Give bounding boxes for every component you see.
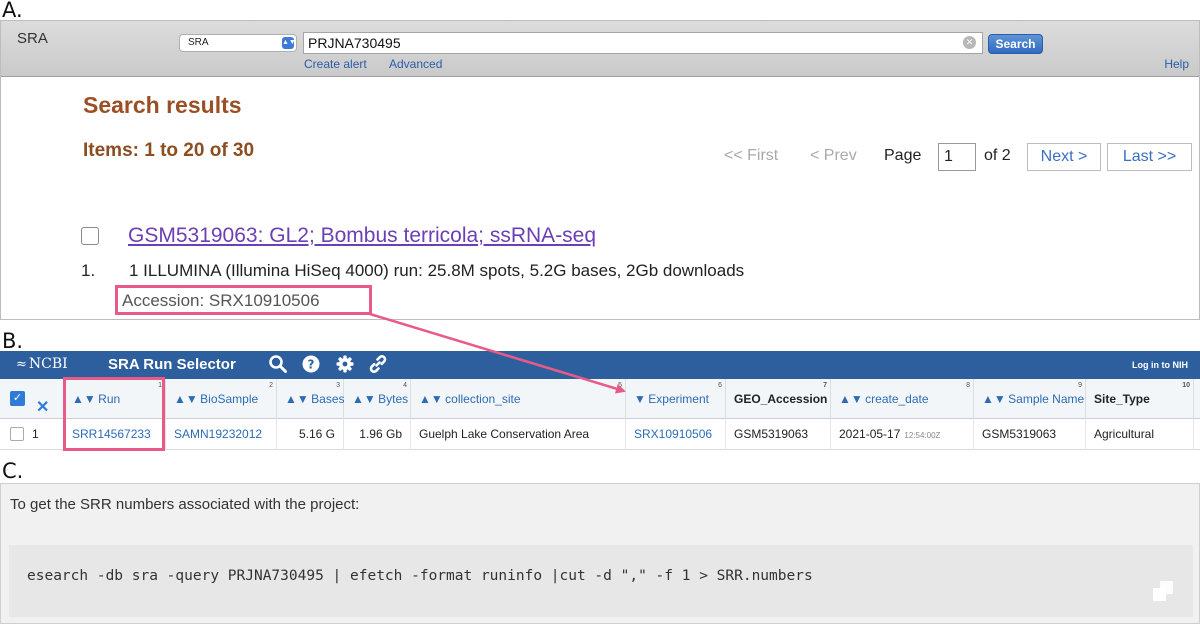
column-header-sample-name[interactable]: ▲▼ Sample Name 9 (974, 379, 1086, 419)
help-link[interactable]: Help (1164, 57, 1189, 71)
dna-helix-icon: ≈ (16, 357, 27, 372)
database-select-value: SRA (188, 37, 209, 48)
link-icon[interactable] (368, 354, 388, 374)
code-text[interactable]: esearch -db sra -query PRJNA730495 | efe… (27, 568, 813, 584)
sra-run-selector-panel: ≈ NCBI SRA Run Selector ? Log in to NIH … (0, 351, 1200, 450)
column-header-biosample[interactable]: ▲▼ BioSample 2 (166, 379, 277, 419)
prev-page-link[interactable]: < Prev (810, 143, 857, 169)
cell-bytes: 1.96 Gb (344, 419, 411, 450)
create-date-value: 2021-05-17 (839, 427, 901, 441)
page-label: Page (884, 147, 922, 164)
page-count: of 2 (984, 147, 1011, 164)
row-checkbox[interactable] (10, 427, 24, 441)
column-header-bytes[interactable]: ▲▼ Bytes 4 (344, 379, 411, 419)
cell-collection-site: Guelph Lake Conservation Area (411, 419, 626, 450)
result-number: 1. (81, 261, 96, 280)
create-alert-link[interactable]: Create alert (304, 57, 367, 71)
result-title-link[interactable]: GSM5319063: GL2; Bombus terricola; ssRNA… (128, 224, 596, 248)
row-select: 1 (0, 419, 64, 450)
column-header-experiment[interactable]: ▼ Experiment 6 (626, 379, 726, 419)
code-block: esearch -db sra -query PRJNA730495 | efe… (9, 545, 1193, 617)
command-intro: To get the SRR numbers associated with t… (10, 496, 360, 513)
sra-logo[interactable]: SRA (17, 30, 48, 47)
clear-icon[interactable]: ✕ (963, 36, 976, 49)
run-highlight (63, 377, 165, 451)
result-checkbox[interactable] (81, 227, 99, 245)
command-panel: To get the SRR numbers associated with t… (0, 483, 1200, 624)
table-header: ✓ ✕ ▲▼ Run 1 ▲▼ BioSample 2 ▲▼ Bases 3 ▲▼ B… (0, 379, 1200, 419)
accession-text: Accession: SRX10910506 (122, 291, 320, 310)
select-controls: ✓ ✕ (0, 379, 64, 419)
last-page-button[interactable]: Last >> (1107, 143, 1192, 171)
first-page-link[interactable]: << First (724, 143, 778, 169)
page-number-input[interactable]: 1 (938, 143, 976, 171)
cell-biosample[interactable]: SAMN19232012 (166, 419, 277, 450)
help-icon[interactable]: ? (301, 354, 321, 374)
column-header-site-type[interactable]: Site_Type 10 (1086, 379, 1194, 419)
figure: A. SRA SRA ▲▼ PRJNA730495 ✕ Search Creat… (0, 0, 1200, 624)
page-title: Search results (83, 92, 242, 118)
accession-highlight: Accession: SRX10910506 (115, 285, 372, 315)
column-header-collection-site[interactable]: ▲▼ collection_site 5 (411, 379, 626, 419)
search-button[interactable]: Search (988, 34, 1043, 54)
cell-geo-accession: GSM5319063 (726, 419, 831, 450)
create-time-value: 12:54:00Z (904, 431, 941, 440)
cell-create-date: 2021-05-17 12:54:00Z (831, 419, 974, 450)
table-row[interactable]: 1 SRR14567233 SAMN19232012 5.16 G 1.96 G… (0, 419, 1200, 450)
cell-experiment[interactable]: SRX10910506 (626, 419, 726, 450)
database-select[interactable]: SRA ▲▼ (179, 34, 297, 52)
select-all-checkbox[interactable]: ✓ (10, 391, 25, 406)
panel-label-c: C. (2, 459, 24, 483)
cell-site-type: Agricultural (1086, 419, 1194, 450)
next-page-button[interactable]: Next > (1027, 143, 1101, 171)
ncbi-logo[interactable]: ≈ NCBI (16, 356, 68, 372)
search-input[interactable]: PRJNA730495 (303, 32, 983, 54)
sra-search-bar: SRA SRA ▲▼ PRJNA730495 ✕ Search Create a… (1, 21, 1199, 77)
ncbi-header-bar: ≈ NCBI SRA Run Selector ? Log in to NIH (0, 351, 1200, 379)
column-header-geo-accession[interactable]: GEO_Accession 7 (726, 379, 831, 419)
cell-bases: 5.16 G (277, 419, 344, 450)
copy-icon[interactable] (1151, 579, 1175, 603)
sra-search-panel: SRA SRA ▲▼ PRJNA730495 ✕ Search Create a… (0, 20, 1200, 320)
result-description: 1 ILLUMINA (Illumina HiSeq 4000) run: 25… (129, 261, 745, 280)
svg-text:?: ? (308, 358, 315, 372)
ncbi-logo-text: NCBI (28, 356, 68, 372)
cell-sample-name: GSM5319063 (974, 419, 1086, 450)
login-link[interactable]: Log in to NIH (1132, 360, 1188, 370)
column-header-create-date[interactable]: ▲▼ create_date 8 (831, 379, 974, 419)
app-title: SRA Run Selector (108, 356, 236, 373)
select-arrow-icon: ▲▼ (282, 37, 296, 49)
items-count: Items: 1 to 20 of 30 (83, 140, 255, 161)
row-number: 1 (32, 427, 39, 441)
column-header-bases[interactable]: ▲▼ Bases 3 (277, 379, 345, 419)
panel-label-a: A. (2, 0, 23, 22)
advanced-link[interactable]: Advanced (389, 57, 442, 71)
panel-label-b: B. (2, 329, 24, 353)
